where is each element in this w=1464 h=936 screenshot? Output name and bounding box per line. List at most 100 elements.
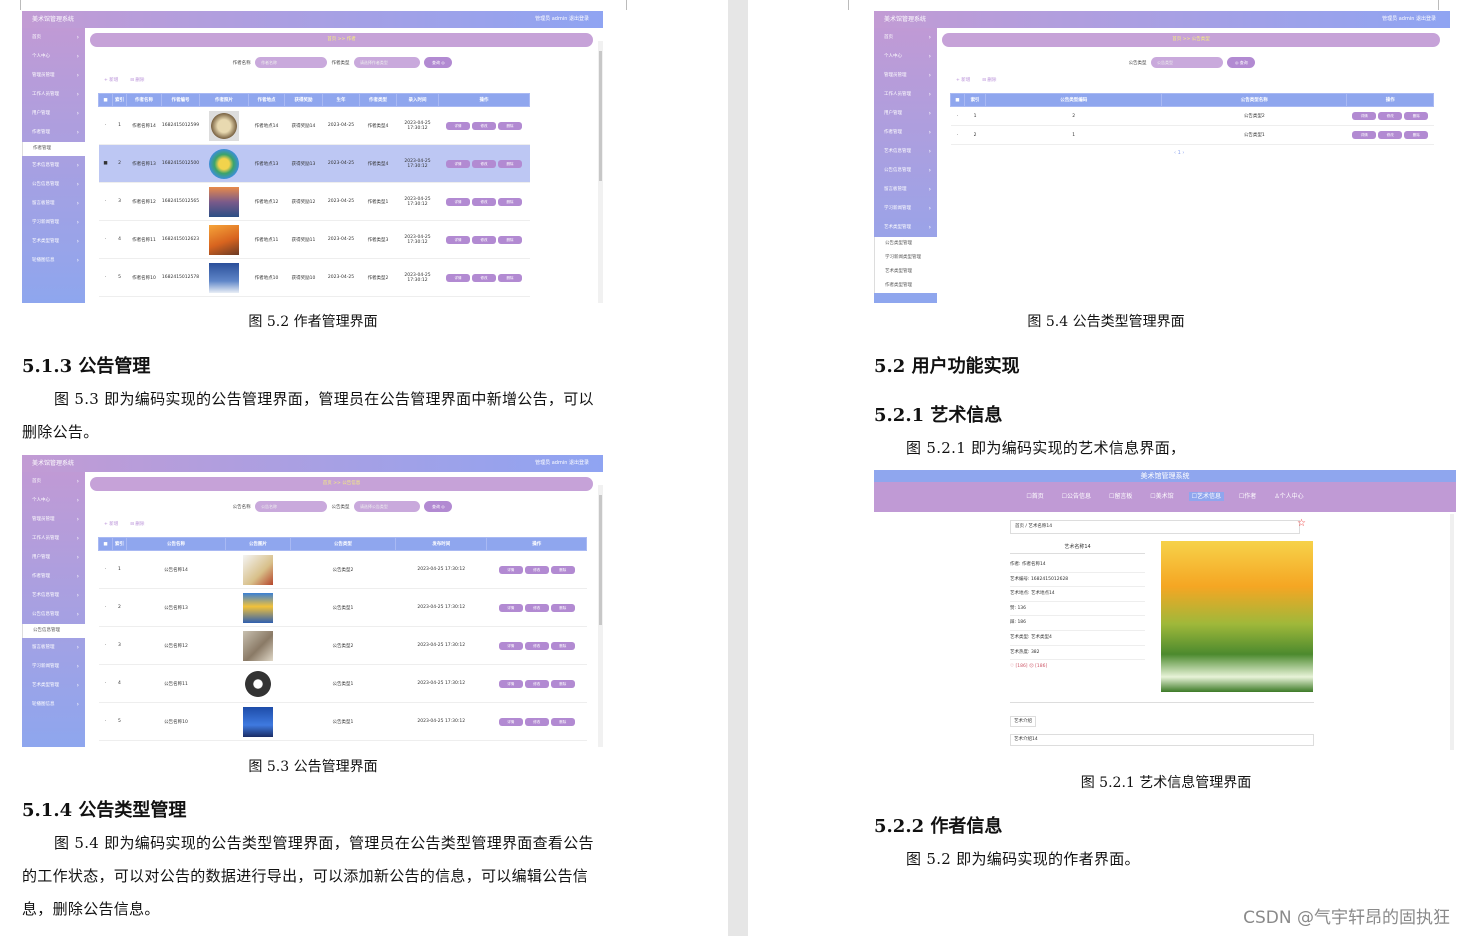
search-button[interactable]: 查询 ◎ — [424, 501, 453, 512]
row-checkbox[interactable]: · — [98, 626, 113, 665]
nav-home[interactable]: ☐首页 — [1023, 492, 1046, 501]
detail-button[interactable]: 详情 — [446, 273, 470, 282]
admin-logout[interactable]: 管理员 admin 退出登录 — [535, 11, 589, 28]
table-row[interactable]: · 4 作者名称11 1682415012623 作者地点11 获得奖励11 2… — [98, 220, 530, 259]
row-checkbox[interactable]: · — [950, 125, 965, 145]
sidebar-item[interactable]: 学习新闻管理 — [874, 199, 937, 218]
edit-button[interactable]: 修改 — [524, 603, 549, 612]
sidebar-item[interactable]: 公告信息管理 — [874, 161, 937, 180]
row-delete-button[interactable]: 删除 — [1404, 131, 1429, 139]
sidebar-item[interactable]: 用户管理 — [22, 548, 85, 567]
admin-logout[interactable]: 管理员 admin 退出登录 — [1382, 11, 1436, 28]
table-row[interactable]: · 1 2 公告类型2 详情 修改 删除 — [950, 106, 1434, 126]
nav-authors[interactable]: ☐作者 — [1236, 492, 1259, 501]
nav-profile[interactable]: ♙个人中心 — [1271, 492, 1306, 501]
sidebar-item[interactable]: 公告信息管理 — [22, 175, 85, 194]
sidebar-item[interactable]: 轮播图信息 — [22, 251, 85, 270]
search-input[interactable]: 作者名称 — [255, 57, 328, 68]
type-select[interactable]: 请选择公告类型 — [353, 501, 420, 512]
edit-button[interactable]: 修改 — [1378, 131, 1403, 139]
favorite-star-icon[interactable]: ☆ — [1297, 518, 1306, 529]
sidebar-subitem[interactable]: 作者管理 — [22, 142, 85, 156]
sidebar-item[interactable]: 学习新闻管理 — [22, 213, 85, 232]
table-row[interactable]: · 5 公告名称10 公告类型1 2023-04-25 17:30:12 详情修… — [98, 702, 587, 741]
scrollbar[interactable] — [598, 41, 603, 303]
detail-button[interactable]: 详情 — [1352, 112, 1377, 120]
tab-art-intro[interactable]: 艺术介绍 — [1010, 716, 1036, 727]
table-row[interactable]: ■ 2 作者名称13 1682415012500 作者地点13 获得奖励13 2… — [98, 144, 530, 183]
delete-button[interactable]: ⊟ 删除 — [982, 78, 996, 83]
sidebar-item[interactable]: 作者管理 — [22, 567, 85, 586]
row-checkbox[interactable]: ■ — [98, 144, 113, 183]
detail-button[interactable]: 详情 — [498, 603, 523, 612]
detail-button[interactable]: 详情 — [446, 197, 470, 206]
sidebar-item[interactable]: 轮播图信息 — [22, 695, 85, 714]
sidebar-subitem[interactable]: 学习新闻类型管理 — [874, 251, 937, 265]
sidebar-item[interactable]: 艺术类型管理 — [22, 232, 85, 251]
edit-button[interactable]: 修改 — [524, 679, 549, 688]
sidebar-item[interactable]: 用户管理 — [874, 104, 937, 123]
edit-button[interactable]: 修改 — [524, 641, 549, 650]
row-checkbox[interactable]: · — [98, 182, 113, 221]
sidebar-item[interactable]: 作者管理 — [22, 123, 85, 142]
row-checkbox[interactable]: · — [98, 588, 113, 627]
sidebar-item[interactable]: 用户管理 — [22, 104, 85, 123]
row-delete-button[interactable]: 删除 — [498, 235, 522, 244]
table-row[interactable]: · 2 1 公告类型1 详情 修改 删除 — [950, 125, 1434, 145]
type-select[interactable]: 请选择作者类型 — [353, 57, 420, 68]
search-input[interactable]: 公告类型 — [1151, 57, 1223, 68]
sidebar-subitem[interactable]: 公告类型管理 — [874, 237, 937, 251]
sidebar-subitem[interactable]: 艺术类型管理 — [874, 265, 937, 279]
row-delete-button[interactable]: 删除 — [498, 273, 522, 282]
row-delete-button[interactable]: 删除 — [498, 121, 522, 130]
search-button[interactable]: 查询 ◎ — [424, 57, 453, 68]
sidebar-item[interactable]: 工作人员管理 — [22, 529, 85, 548]
nav-notices[interactable]: ☐公告信息 — [1059, 492, 1094, 501]
row-checkbox[interactable]: · — [98, 664, 113, 703]
add-button[interactable]: + 新增 — [956, 78, 970, 83]
row-delete-button[interactable]: 删除 — [550, 679, 575, 688]
row-delete-button[interactable]: 删除 — [550, 565, 575, 574]
delete-button[interactable]: ⊟ 删除 — [130, 522, 144, 527]
sidebar-item[interactable]: 留言板管理 — [22, 638, 85, 657]
edit-button[interactable]: 修改 — [472, 159, 496, 168]
edit-button[interactable]: 修改 — [524, 565, 549, 574]
edit-button[interactable]: 修改 — [524, 717, 549, 726]
add-button[interactable]: + 新增 — [104, 78, 118, 83]
sidebar-subitem[interactable]: 公告信息管理 — [22, 624, 85, 638]
pagination[interactable]: ‹ 1 › — [1174, 150, 1184, 156]
table-row[interactable]: · 2 公告名称13 公告类型1 2023-04-25 17:30:12 详情修… — [98, 588, 587, 627]
row-delete-button[interactable]: 删除 — [498, 197, 522, 206]
row-delete-button[interactable]: 删除 — [550, 603, 575, 612]
detail-button[interactable]: 详情 — [446, 235, 470, 244]
sidebar-item[interactable]: 艺术类型管理 — [874, 218, 937, 237]
row-checkbox[interactable]: · — [98, 220, 113, 259]
table-row[interactable]: · 5 作者名称10 1682415012578 作者地点10 获得奖励10 2… — [98, 258, 530, 297]
sidebar-item[interactable]: 首页 — [874, 28, 937, 47]
row-delete-button[interactable]: 删除 — [550, 717, 575, 726]
nav-gallery[interactable]: ☐美术馆 — [1147, 492, 1176, 501]
row-delete-button[interactable]: 删除 — [550, 641, 575, 650]
sidebar-item[interactable]: 工作人员管理 — [22, 85, 85, 104]
select-all-checkbox[interactable]: ■ — [950, 93, 965, 107]
sidebar-item[interactable]: 作者管理 — [874, 123, 937, 142]
scrollbar[interactable] — [1450, 514, 1454, 750]
sidebar-item[interactable]: 艺术信息管理 — [874, 142, 937, 161]
edit-button[interactable]: 修改 — [472, 273, 496, 282]
table-row[interactable]: · 3 公告名称12 公告类型2 2023-04-25 17:30:12 详情修… — [98, 626, 587, 665]
sidebar-item[interactable]: 首页 — [22, 472, 85, 491]
row-delete-button[interactable]: 删除 — [1404, 112, 1429, 120]
sidebar-item[interactable]: 留言板管理 — [874, 180, 937, 199]
sidebar-item[interactable]: 公告信息管理 — [22, 605, 85, 624]
row-checkbox[interactable]: · — [98, 702, 113, 741]
edit-button[interactable]: 修改 — [472, 197, 496, 206]
sidebar-item[interactable]: 首页 — [22, 28, 85, 47]
row-checkbox[interactable]: · — [98, 258, 113, 297]
nav-art-info[interactable]: ☐艺术信息 — [1188, 492, 1224, 501]
delete-button[interactable]: ⊟ 删除 — [130, 78, 144, 83]
add-button[interactable]: + 新增 — [104, 522, 118, 527]
search-button[interactable]: ◎ 查询 — [1227, 57, 1256, 68]
sidebar-subitem[interactable]: 作者类型管理 — [874, 279, 937, 293]
table-row[interactable]: · 1 公告名称14 公告类型2 2023-04-25 17:30:12 详情修… — [98, 550, 587, 589]
detail-button[interactable]: 详情 — [498, 641, 523, 650]
